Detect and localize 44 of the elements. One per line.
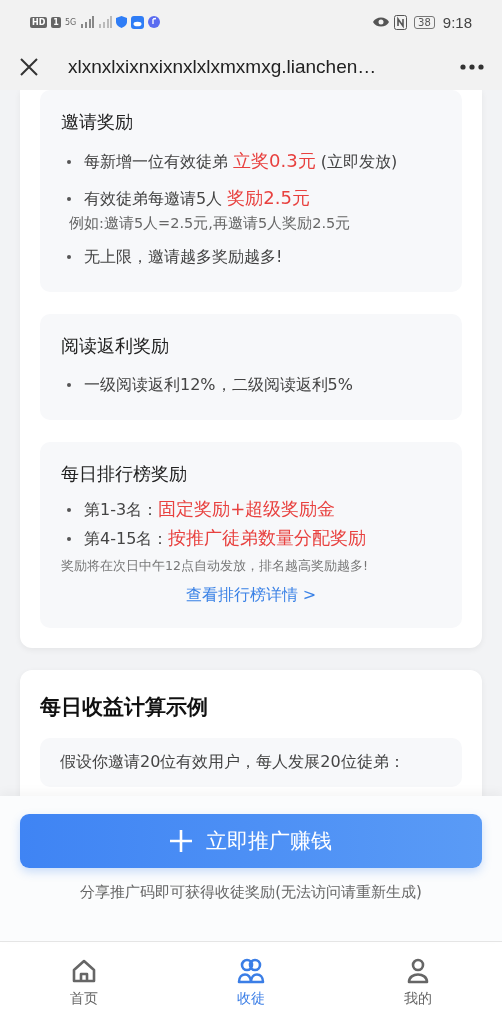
signal-icon — [80, 16, 95, 28]
clock-time: 9:18 — [442, 13, 472, 31]
person-icon — [406, 958, 431, 984]
people-icon — [237, 958, 265, 984]
battery-level: 38 — [414, 15, 435, 29]
status-badge: HD — [30, 16, 48, 28]
tab-item[interactable]: 首页 — [0, 942, 168, 1024]
plus-icon — [170, 830, 192, 852]
section-title: 邀请奖励 — [61, 110, 134, 134]
ranking-link[interactable]: 查看排行榜详情 > — [61, 585, 441, 606]
section-title: 阅读返利奖励 — [61, 334, 170, 358]
cloud-icon — [131, 15, 145, 29]
tab-item[interactable]: 我的 — [334, 942, 502, 1024]
example-text: 假设你邀请20位有效用户，每人发展20位徒弟： — [60, 752, 406, 773]
home-icon — [70, 958, 97, 984]
music-icon — [148, 16, 161, 28]
example-note: 例如:邀请5人=2.5元,再邀请5人奖励2.5元 — [69, 214, 352, 233]
hint-text: 分享推广码即可获得收徒奖励(无法访问请重新生成) — [79, 883, 423, 902]
bullet-dot — [67, 383, 71, 387]
status-badge: 1 — [51, 16, 61, 28]
more-icon — [460, 64, 484, 70]
promote-button[interactable]: 立即推广赚钱 — [20, 814, 482, 868]
nfc-icon — [394, 14, 408, 30]
card-title: 每日收益计算示例 — [40, 694, 209, 721]
close-icon — [20, 58, 38, 76]
rule-text: 无上限，邀请越多奖励越多! — [84, 246, 283, 268]
rule-text: 有效徒弟每邀请5人 奖励2.5元 — [84, 186, 310, 210]
section-title: 每日排行榜奖励 — [61, 462, 188, 486]
bullet-dot — [67, 196, 71, 201]
rule-text: 第4-15名：按推广徒弟数量分配奖励 — [84, 526, 367, 550]
bullet-dot — [67, 255, 71, 259]
rule-text: 每新增一位有效徒弟 立奖0.3元 (立即发放) — [84, 149, 398, 173]
page-url: xlxnxlxixnxixnxlxlxmxmxg.lianchen… — [68, 56, 378, 78]
network-label: 5G — [64, 17, 77, 27]
rule-text: 一级阅读返利12%，二级阅读返利5% — [84, 374, 353, 396]
bullet-dot — [67, 536, 71, 541]
eye-icon — [372, 16, 391, 28]
bullet-dot — [67, 507, 71, 512]
bullet-dot — [67, 159, 71, 164]
rule-text: 第1-3名：固定奖励+超级奖励金 — [84, 497, 336, 521]
tab-item[interactable]: 收徒 — [167, 942, 335, 1024]
signal-icon — [98, 16, 113, 28]
shield-icon — [116, 16, 128, 28]
footnote: 奖励将在次日中午12点自动发放，排名越高奖励越多! — [61, 558, 369, 575]
